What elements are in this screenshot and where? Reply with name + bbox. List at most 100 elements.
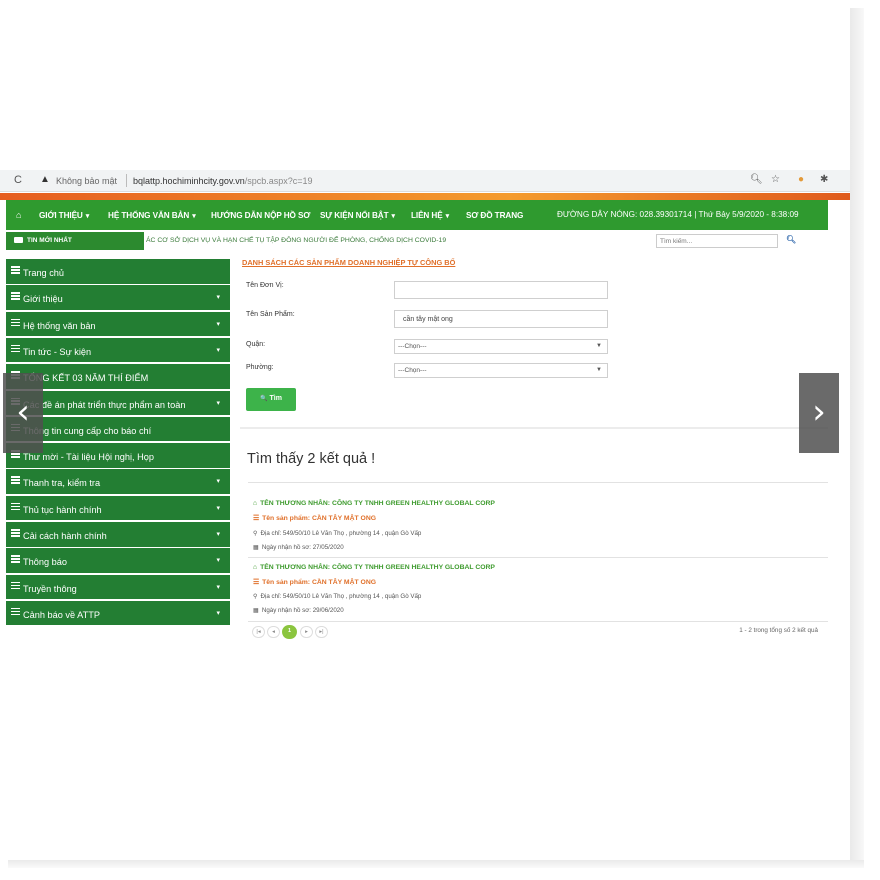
url-host: bqlattp.hochiminhcity.gov.vn <box>133 176 245 186</box>
sidebar-item[interactable]: Hệ thống văn bản ▾ <box>6 311 230 337</box>
ward-select[interactable]: ---Chọn--- ▼ <box>394 363 608 378</box>
nav-item-huong-dan-nop-ho-so[interactable]: HƯỚNG DẪN NỘP HỒ SƠ <box>211 211 310 220</box>
sidebar-item[interactable]: Giới thiệu ▾ <box>6 285 230 310</box>
sidebar-item[interactable]: Truyền thông ▾ <box>6 574 230 600</box>
image-shadow-bottom <box>8 860 864 868</box>
result-separator <box>248 482 828 483</box>
sidebar-item-label: Thư mời - Tài liệu Hội nghị, Họp <box>23 452 154 463</box>
sidebar-item-label: Giới thiệu <box>23 294 63 305</box>
warning-icon[interactable]: ▲ <box>40 174 50 185</box>
result-count: Tìm thấy 2 kết quả ! <box>247 451 376 467</box>
chevron-down-icon: ▾ <box>216 346 220 354</box>
main-content: DANH SÁCH CÁC SẢN PHẨM DOANH NGHIỆP TỰ C… <box>240 255 828 640</box>
search-icon[interactable]: 🔍︎ <box>786 235 796 244</box>
address-bar[interactable]: bqlattp.hochiminhcity.gov.vn/spcb.aspx?c… <box>133 176 313 186</box>
pager-page-1[interactable]: 1 <box>282 625 297 639</box>
chevron-down-icon: ▾ <box>85 213 90 220</box>
calendar-icon: ▦ <box>253 607 259 614</box>
menu-icon <box>11 502 20 512</box>
sidebar-item-label: Các đề án phát triển thực phẩm an toàn <box>23 399 186 410</box>
chevron-down-icon: ▾ <box>192 213 196 220</box>
district-select[interactable]: ---Chọn--- ▼ <box>394 339 608 354</box>
ward-label: Phường: <box>246 364 274 371</box>
menu-icon <box>11 344 20 354</box>
sidebar-item-label: Truyền thông <box>23 583 77 594</box>
nav-item-he-thong-van-ban[interactable]: HỆ THỐNG VĂN BẢN ▾ <box>108 211 196 220</box>
sidebar-item[interactable]: Thanh tra, kiểm tra ▾ <box>6 469 230 494</box>
url-separator <box>126 174 127 187</box>
news-ticker-text[interactable]: ÁC CƠ SỞ DỊCH VỤ VÀ HẠN CHẾ TỤ TẬP ĐÔNG … <box>146 237 446 244</box>
pager-last-button[interactable]: ▸| <box>315 626 328 638</box>
merchant-text: TÊN THƯƠNG NHÂN: CÔNG TY TNHH GREEN HEAL… <box>260 500 495 507</box>
home-icon[interactable]: ⌂ <box>16 210 21 220</box>
news-ticker-bar: TIN MỚI NHẤT ÁC CƠ SỞ DỊCH VỤ VÀ HẠN CHẾ… <box>6 232 828 250</box>
chevron-down-icon: ▾ <box>216 504 220 512</box>
result-merchant[interactable]: ⌂ TÊN THƯƠNG NHÂN: CÔNG TY TNHH GREEN HEA… <box>253 564 495 571</box>
result-product[interactable]: ☰ Tên sản phẩm: CẦN TÂY MẬT ONG <box>253 514 376 522</box>
sidebar-item[interactable]: Cải cách hành chính ▾ <box>6 522 230 547</box>
result-separator <box>248 557 828 558</box>
browser-toolbar: C ▲ Không bảo mật bqlattp.hochiminhcity.… <box>0 170 850 192</box>
result-merchant[interactable]: ⌂ TÊN THƯƠNG NHÂN: CÔNG TY TNHH GREEN HEA… <box>253 500 495 507</box>
hotline-text: ĐƯỜNG DÂY NÓNG: 028.39301714 | Thứ Bảy 5… <box>557 210 799 219</box>
chevron-down-icon: ▾ <box>445 213 450 220</box>
main-navigation: ⌂ GIỚI THIỆU ▾ HỆ THỐNG VĂN BẢN ▾ HƯỚNG DẪ… <box>6 200 828 230</box>
latest-news-text: TIN MỚI NHẤT <box>27 237 72 244</box>
chevron-down-icon: ▾ <box>216 557 220 565</box>
chevron-down-icon: ▾ <box>216 531 220 538</box>
chevron-down-icon: ▾ <box>216 399 220 407</box>
sidebar-item[interactable]: Thủ tục hành chính ▾ <box>6 495 230 521</box>
product-name-field[interactable]: cần tây mật ong <box>394 310 608 328</box>
sidebar-item[interactable]: Cảnh báo về ATTP ▾ <box>6 600 230 626</box>
nav-item-su-kien-noi-bat[interactable]: SỰ KIỆN NỔI BẬT ▾ <box>320 211 395 220</box>
sidebar-item[interactable]: Trang chủ <box>6 259 230 284</box>
unit-name-field[interactable] <box>394 281 608 299</box>
site-search-input[interactable]: Tìm kiếm... <box>656 234 778 248</box>
carousel-prev-button[interactable]: ‹ <box>3 373 43 453</box>
map-marker-icon: ⚲ <box>253 530 258 537</box>
address-text: Địa chỉ: 549/50/10 Lê Văn Thọ , phường 1… <box>260 593 422 600</box>
result-date: ▦ Ngày nhận hồ sơ: 29/06/2020 <box>253 607 344 614</box>
puzzle-icon[interactable]: ✱ <box>820 174 828 185</box>
product-name-label: Tên Sản Phẩm: <box>246 311 295 318</box>
nav-item-so-do-trang[interactable]: SƠ ĐỒ TRANG <box>466 211 523 220</box>
list-icon: ☰ <box>253 515 260 522</box>
nav-label: SỰ KIỆN NỔI BẬT <box>320 211 389 220</box>
extension-cookie-icon[interactable]: ● <box>798 174 804 185</box>
carousel-next-button[interactable]: › <box>799 373 839 453</box>
address-text: Địa chỉ: 549/50/10 Lê Văn Thọ , phường 1… <box>260 530 422 537</box>
date-text: Ngày nhận hồ sơ: 29/06/2020 <box>261 607 344 614</box>
image-shadow-right <box>850 8 864 864</box>
reload-icon[interactable]: C <box>14 174 22 186</box>
sidebar-item-label: Tin tức - Sự kiện <box>23 346 92 357</box>
nav-label: SƠ ĐỒ TRANG <box>466 211 524 220</box>
sidebar-item-label: Thủ tục hành chính <box>23 504 102 515</box>
district-label: Quận: <box>246 341 266 348</box>
sidebar-item-label: Thanh tra, kiểm tra <box>23 478 101 489</box>
sidebar-item[interactable]: Tin tức - Sự kiện ▾ <box>6 337 230 363</box>
menu-icon <box>11 476 20 485</box>
nav-item-gioi-thieu[interactable]: GIỚI THIỆU ▾ <box>39 211 89 220</box>
result-address: ⚲ Địa chỉ: 549/50/10 Lê Văn Thọ , phường … <box>253 530 421 537</box>
pager-info: 1 - 2 trong tổng số 2 kết quả <box>739 627 818 634</box>
security-label[interactable]: Không bảo mật <box>56 176 117 186</box>
result-separator <box>248 621 828 622</box>
result-product[interactable]: ☰ Tên sản phẩm: CẦN TÂY MẬT ONG <box>253 578 376 586</box>
sidebar-item-label: Cảnh báo về ATTP <box>23 609 100 620</box>
pager-next-button[interactable]: ▸ <box>300 626 313 638</box>
nav-item-lien-he[interactable]: LIÊN HỆ ▾ <box>411 211 449 220</box>
url-path: /spcb.aspx?c=19 <box>244 176 313 186</box>
pager-prev-button[interactable]: ◂ <box>267 626 280 638</box>
search-button[interactable]: 🔍 Tìm <box>246 388 296 411</box>
sidebar-item[interactable]: Thông báo ▾ <box>6 548 230 573</box>
chevron-down-icon: ▾ <box>216 320 220 328</box>
section-divider <box>240 427 828 429</box>
menu-icon <box>11 607 20 617</box>
zoom-icon[interactable]: 🔍︎ <box>750 174 763 185</box>
latest-news-label: TIN MỚI NHẤT <box>6 232 144 250</box>
star-icon[interactable]: ☆ <box>771 174 780 185</box>
page-title: DANH SÁCH CÁC SẢN PHẨM DOANH NGHIỆP TỰ C… <box>242 258 456 267</box>
sidebar-item-label: Cải cách hành chính <box>23 530 107 541</box>
chevron-down-icon: ▾ <box>216 609 220 617</box>
pager-first-button[interactable]: |◂ <box>252 626 265 638</box>
